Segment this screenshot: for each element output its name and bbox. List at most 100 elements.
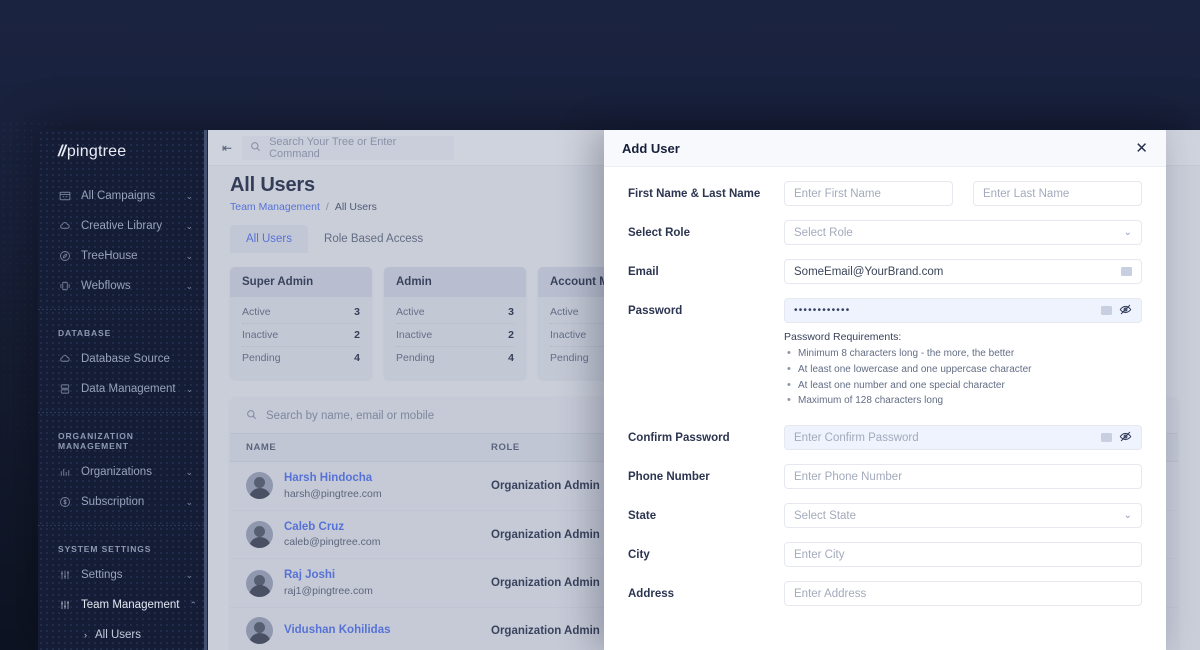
sidebar-item-data-management[interactable]: Data Management ⌄ [38,374,207,404]
password-value: •••••••••••• [794,305,851,316]
row-value: 4 [354,352,360,364]
sidebar-item-label: Settings [81,569,123,581]
chevron-down-icon: ⌄ [185,220,193,231]
sidebar-divider [38,309,207,310]
password-requirement-item: Maximum of 128 characters long [784,392,1142,409]
sidebar-item-label: Team Management [81,599,180,611]
tab-all-users[interactable]: All Users [230,225,309,253]
sidebar-group-database: DATABASE [58,328,112,338]
sidebar-group-system: SYSTEM SETTINGS [58,544,152,554]
field-row-email: Email SomeEmail@YourBrand.com [628,259,1142,284]
sidebar-divider [38,525,207,526]
sliders-icon [58,599,71,612]
last-name-field[interactable]: Enter Last Name [973,181,1142,206]
sidebar-item-treehouse[interactable]: TreeHouse ⌄ [38,241,207,271]
chevron-down-icon: ⌄ [185,496,193,507]
user-name-link[interactable]: Harsh Hindocha [284,471,382,487]
eye-off-icon[interactable] [1119,430,1132,445]
chevron-up-icon: ⌃ [189,599,197,610]
sidebar-scrollbar[interactable] [204,130,207,650]
sidebar-item-label: Organizations [81,466,152,478]
chevron-down-icon: ⌄ [1123,227,1132,238]
global-search-input[interactable]: Search Your Tree or Enter Command [242,135,455,160]
chevron-down-icon: ⌄ [185,569,193,580]
field-row-city: City Enter City [628,542,1142,568]
field-row-password: Password •••••••••••• [628,298,1142,323]
email-field[interactable]: SomeEmail@YourBrand.com [784,259,1142,284]
calendar-icon [58,190,71,203]
cell-name: Raj Joshi raj1@pingtree.com [246,568,491,598]
field-row-address: Address Enter Address [628,581,1142,607]
field-row-confirm-password: Confirm Password Enter Confirm Password [628,425,1142,451]
user-name-link[interactable]: Vidushan Kohilidas [284,623,391,639]
sidebar-item-label: Subscription [81,496,145,508]
row-value: 3 [508,306,514,318]
autofill-icon[interactable] [1121,267,1132,276]
avatar [246,617,273,645]
address-field[interactable]: Enter Address [784,581,1142,607]
first-name-field[interactable]: Enter First Name [784,181,953,206]
sidebar-item-label: All Users [95,629,142,641]
eye-off-icon[interactable] [1119,303,1132,318]
autofill-icon[interactable] [1101,433,1112,443]
field-label-phone: Phone Number [628,470,710,483]
first-name-placeholder: Enter First Name [794,187,881,200]
sidebar-item-organizations[interactable]: Organizations ⌄ [38,457,207,487]
phone-placeholder: Enter Phone Number [794,470,903,483]
user-name-link[interactable]: Caleb Cruz [284,520,380,536]
avatar [246,521,273,549]
drawer-title: Add User [622,140,680,156]
row-label: Pending [550,352,589,364]
chevron-down-icon: ⌄ [1123,510,1132,522]
row-label: Inactive [396,329,433,341]
field-label-address: Address [628,587,675,600]
add-user-drawer: Add User ✕ First Name & Last Name Enter … [604,130,1166,650]
row-value: 4 [508,352,514,364]
global-search-placeholder: Search Your Tree or Enter Command [269,135,397,160]
password-field[interactable]: •••••••••••• [784,298,1142,323]
collapse-panel-icon[interactable]: ⇤ [222,141,232,155]
sidebar-item-subscription[interactable]: Subscription ⌄ [38,487,207,517]
role-card-row: Pending 4 [242,347,360,369]
brand-logo[interactable]: // pingtree [38,130,207,161]
email-value: SomeEmail@YourBrand.com [794,265,944,278]
user-name-link[interactable]: Raj Joshi [284,568,373,584]
role-card-body: Active 3 Inactive 2 Pending 4 [230,297,372,379]
breadcrumb-parent-link[interactable]: Team Management [230,201,320,213]
tab-role-based-access[interactable]: Role Based Access [308,225,439,253]
field-label-name: First Name & Last Name [628,187,761,200]
confirm-password-field[interactable]: Enter Confirm Password [784,425,1142,451]
sidebar-item-database-source[interactable]: Database Source [38,344,207,374]
role-card-body: Active 3 Inactive 2 Pending 4 [384,297,526,379]
select-role-dropdown[interactable]: Select Role ⌄ [784,220,1142,245]
building-icon [58,466,71,479]
field-row-state: State Select State ⌄ [628,503,1142,529]
logo-slash-icon: // [58,143,66,160]
role-card-row: Active 3 [242,301,360,324]
sidebar-item-team-management[interactable]: Team Management ⌃ [38,590,207,620]
sidebar-item-all-users[interactable]: › All Users [38,620,207,650]
city-field[interactable]: Enter City [784,542,1142,568]
cell-name: Harsh Hindocha harsh@pingtree.com [246,471,491,501]
sidebar-item-webflows[interactable]: Webflows ⌄ [38,271,207,301]
sidebar-item-label: Creative Library [81,220,163,232]
close-icon[interactable]: ✕ [1135,141,1148,156]
chevron-down-icon: ⌄ [185,190,193,201]
phone-field[interactable]: Enter Phone Number [784,464,1142,490]
sidebar-item-label: Webflows [81,280,131,292]
select-state-dropdown[interactable]: Select State ⌄ [784,503,1142,529]
row-label: Pending [396,352,435,364]
role-card: Admin Active 3 Inactive 2 Pending 4 [384,267,526,379]
row-label: Inactive [242,329,279,341]
column-header-name: NAME [246,442,277,453]
breadcrumb-separator: / [325,201,329,213]
field-label-role: Select Role [628,226,690,239]
autofill-icon[interactable] [1101,306,1112,315]
sidebar: // pingtree All Campaigns ⌄ Creative Lib… [38,130,208,650]
sidebar-item-creative-library[interactable]: Creative Library ⌄ [38,211,207,241]
sidebar-item-all-campaigns[interactable]: All Campaigns ⌄ [38,181,207,211]
cell-name: Caleb Cruz caleb@pingtree.com [246,520,491,550]
sidebar-item-settings[interactable]: Settings ⌄ [38,560,207,590]
sidebar-nav: All Campaigns ⌄ Creative Library ⌄ TreeH… [38,181,207,650]
avatar [246,569,273,597]
